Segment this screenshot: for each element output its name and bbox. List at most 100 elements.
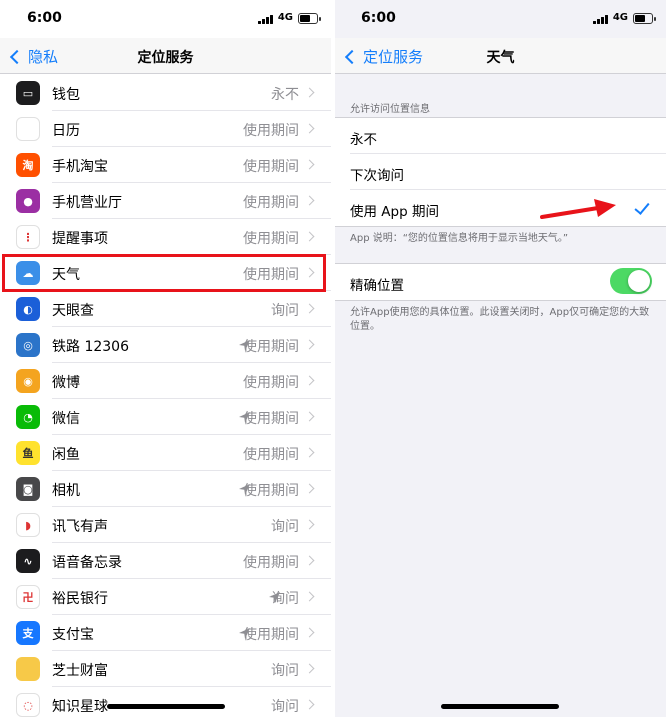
app-permission-value: 永不 [271,87,299,103]
battery-icon [633,13,656,24]
app-permission-value: 使用期间 [243,411,299,427]
chevron-right-icon [304,483,315,494]
app-row[interactable]: 淘手机淘宝 使用期间 [0,147,331,183]
app-permission-value: 使用期间 [243,339,299,355]
chevron-right-icon [304,699,315,710]
app-row[interactable]: ◎ 铁路 12306 使用期间 [0,327,331,363]
reminders-icon: ⋮ [16,225,40,249]
network-type: 4G [612,12,628,23]
app-name: 天气 [52,267,80,283]
app-row[interactable]: 日历 使用期间 [0,111,331,147]
precise-location-note: 允许App使用您的具体位置。此设置关闭时，App仅可确定您的大致位置。 [350,307,650,332]
app-row[interactable]: ∿ 语音备忘录 使用期间 [0,543,331,579]
app-permission-value: 使用期间 [243,267,299,283]
home-indicator [441,704,559,709]
chevron-right-icon [304,555,315,566]
app-permission-value: 询问 [271,699,299,715]
app-name: 手机营业厅 [52,195,122,211]
app-list: ▭ 钱包 永不 日历 使用期间淘手机淘宝 使用期间 ● 手机营业厅 使用期间 ⋮ 提醒事项 使用期间 ☁… [0,75,331,717]
app-name: 钱包 [52,87,80,103]
alipay-icon: 支 [16,621,40,645]
app-name: 天眼查 [52,303,94,319]
chevron-right-icon [304,375,315,386]
app-permission-value: 询问 [271,519,299,535]
battery-icon [298,13,321,24]
status-bar: 6:00 4G [335,0,666,38]
app-row[interactable]: 支支付宝 使用期间 [0,615,331,651]
precise-location-row: 精确位置 [335,264,666,300]
app-permission-value: 询问 [271,663,299,679]
location-services-screen: 6:00 4G 隐私 定位服务 ▭ 钱包 永不 日历 使用期间淘手机淘宝 使用期间 ● 手机营… [0,0,331,717]
chevron-right-icon [304,663,315,674]
xunfei-icon: ◗ [16,513,40,537]
chevron-right-icon [304,411,315,422]
voice-memo-icon: ∿ [16,549,40,573]
cellular-signal-icon [258,14,273,24]
home-indicator [107,704,225,709]
chevron-right-icon [304,267,315,278]
wallet-icon: ▭ [16,81,40,105]
status-bar: 6:00 4G [0,0,331,38]
app-permission-value: 使用期间 [243,231,299,247]
status-time: 6:00 [27,10,62,26]
cellular-signal-icon [593,14,608,24]
chevron-right-icon [304,627,315,638]
app-name: 芝士财富 [52,663,108,679]
zhishi-icon [16,657,40,681]
app-permission-value: 使用期间 [243,123,299,139]
chevron-right-icon [304,231,315,242]
xianyu-icon: 鱼 [16,441,40,465]
app-name: 手机淘宝 [52,159,108,175]
app-permission-value: 使用期间 [243,375,299,391]
option-label: 下次询问 [350,168,404,184]
chevron-right-icon [304,87,315,98]
chevron-right-icon [304,303,315,314]
app-permission-value: 使用期间 [243,159,299,175]
red-arrow-annotation [540,199,616,219]
option-never[interactable]: 永不 [335,118,666,154]
app-name: 闲鱼 [52,447,80,463]
chevron-right-icon [304,591,315,602]
app-name: 讯飞有声 [52,519,108,535]
app-name: 提醒事项 [52,231,108,247]
app-row[interactable]: 芝士财富 询问 [0,651,331,687]
access-section-header: 允许访问位置信息 [350,104,430,115]
zsxq-icon: ◌ [16,693,40,717]
app-permission-value: 询问 [271,591,299,607]
app-permission-value: 询问 [271,303,299,319]
option-ask-next-time[interactable]: 下次询问 [335,154,666,190]
app-name: 语音备忘录 [52,555,122,571]
app-row[interactable]: ◗ 讯飞有声 询问 [0,507,331,543]
weibo-icon: ◉ [16,369,40,393]
camera-icon: ◙ [16,477,40,501]
app-description: App 说明：“您的位置信息将用于显示当地天气。” [350,233,569,244]
status-time: 6:00 [361,10,396,26]
app-row[interactable]: ◌ 知识星球 询问 [0,687,331,717]
precise-location-label: 精确位置 [350,278,404,294]
app-row[interactable]: ▭ 钱包 永不 [0,75,331,111]
app-permission-value: 使用期间 [243,555,299,571]
app-row[interactable]: ● 手机营业厅 使用期间 [0,183,331,219]
toggle-knob [628,270,650,292]
app-name: 微信 [52,411,80,427]
app-row[interactable]: ◔ 微信 使用期间 [0,399,331,435]
chevron-right-icon [304,447,315,458]
chevron-right-icon [304,159,315,170]
app-row[interactable]: 卍裕民银行 询问 [0,579,331,615]
chevron-right-icon [304,195,315,206]
app-name: 相机 [52,483,80,499]
app-row[interactable]: ◙ 相机 使用期间 [0,471,331,507]
chevron-right-icon [304,339,315,350]
wechat-icon: ◔ [16,405,40,429]
calendar-icon [16,117,40,141]
precise-location-toggle[interactable] [610,268,652,294]
app-row[interactable]: ⋮ 提醒事项 使用期间 [0,219,331,255]
app-row[interactable]: ☁ 天气 使用期间 [0,255,331,291]
navigation-bar: 隐私 定位服务 [0,38,331,74]
app-row[interactable]: ◉ 微博 使用期间 [0,363,331,399]
app-permission-value: 使用期间 [243,627,299,643]
weather-icon: ☁ [16,261,40,285]
app-row[interactable]: 鱼闲鱼 使用期间 [0,435,331,471]
app-row[interactable]: ◐ 天眼查 询问 [0,291,331,327]
option-label: 永不 [350,132,377,148]
